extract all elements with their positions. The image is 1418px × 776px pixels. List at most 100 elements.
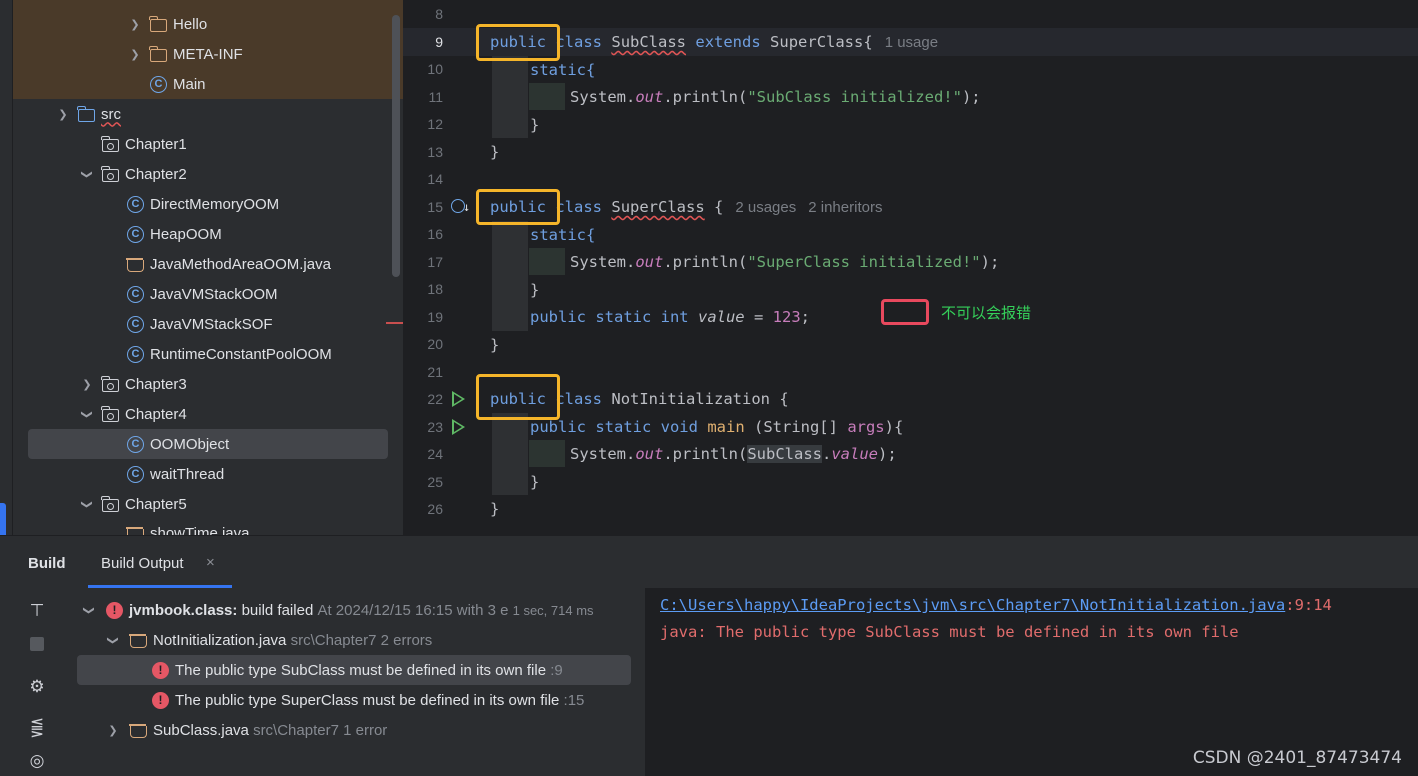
build-toolbar: ⊤ ⚙ ⪋ ◎ [13, 588, 63, 776]
tree-item-waitthread[interactable]: C waitThread [127, 461, 224, 487]
gear-icon[interactable]: ⚙ [27, 677, 47, 697]
tree-item-chapter5[interactable]: ❯ Chapter5 [80, 491, 187, 517]
highlight-box-public-notinitialization [476, 374, 560, 420]
chevron-right-icon[interactable]: ❯ [128, 18, 142, 31]
package-icon [101, 135, 119, 152]
tree-item-runtimeconstantpooloom[interactable]: C RuntimeConstantPoolOOM [127, 341, 332, 367]
code-line-23[interactable]: public static void main (String[] args){ [530, 418, 903, 436]
code-line-16[interactable]: static{ [530, 226, 595, 244]
class-icon: C [150, 75, 167, 93]
chevron-right-icon[interactable]: ❯ [80, 378, 94, 391]
chevron-down-icon[interactable]: ❯ [107, 633, 120, 647]
pin-icon[interactable]: ⪋ [27, 717, 47, 737]
error-message: java: The public type SubClass must be d… [660, 623, 1239, 641]
line-number: 12 [427, 116, 443, 132]
tab-build-output[interactable]: Build Output [101, 555, 184, 572]
chevron-right-icon[interactable]: ❯ [128, 48, 142, 61]
chevron-down-icon[interactable]: ❯ [81, 497, 94, 511]
indent-guide [492, 56, 528, 138]
inheritors-icon[interactable] [451, 199, 470, 214]
tree-item-directmemoryoom[interactable]: C DirectMemoryOOM [127, 191, 279, 217]
chevron-down-icon[interactable]: ❯ [56, 108, 70, 121]
build-root-row[interactable]: ❯ ! jvmbook.class: build failed At 2024/… [82, 596, 594, 624]
code-line-11[interactable]: System.out.println("SubClass initialized… [570, 88, 981, 106]
package-icon [101, 405, 119, 422]
tree-item-javavmstacksof[interactable]: C JavaVMStackSOF [127, 311, 273, 337]
tree-item-main[interactable]: C Main [150, 71, 206, 97]
code-line-26[interactable]: } [490, 500, 499, 518]
highlight-box-red [881, 299, 929, 325]
code-line-17[interactable]: System.out.println("SuperClass initializ… [570, 253, 999, 271]
line-number: 24 [427, 446, 443, 462]
inheritors-hint[interactable]: 2 inheritors [808, 199, 882, 216]
tree-item-javamethodareaoom[interactable]: JavaMethodAreaOOM.java [126, 251, 331, 277]
active-tab-underline [88, 585, 232, 588]
build-file-row[interactable]: ❯ NotInitialization.java src\Chapter7 2 … [106, 626, 433, 654]
code-editor[interactable]: 8 9 10 11 12 13 14 15 16 17 18 19 20 21 … [403, 0, 1418, 535]
tree-item-javavmstackoom[interactable]: C JavaVMStackOOM [127, 281, 278, 307]
code-line-20[interactable]: } [490, 336, 499, 354]
line-number: 19 [427, 309, 443, 325]
usage-hint[interactable]: 1 usage [885, 34, 938, 51]
indent-guide [529, 440, 565, 467]
code-line-12[interactable]: } [530, 116, 539, 134]
package-icon [101, 495, 119, 512]
folder-icon [149, 15, 167, 32]
runnable-class-icon: C [127, 285, 144, 303]
indent-guide [492, 413, 528, 495]
usages-hint[interactable]: 2 usages [735, 199, 796, 216]
hammer-icon[interactable]: ⊤ [27, 601, 47, 621]
indent-guide [492, 221, 528, 331]
runnable-class-icon: C [127, 465, 144, 483]
close-tab-icon[interactable]: × [206, 554, 215, 571]
tab-build[interactable]: Build [28, 555, 66, 572]
line-number: 20 [427, 336, 443, 352]
watermark: CSDN @2401_87473474 [1192, 748, 1402, 768]
runnable-class-icon: C [127, 195, 144, 213]
package-icon [101, 375, 119, 392]
tree-item-chapter1[interactable]: ❯ Chapter1 [80, 131, 187, 157]
line-number: 13 [427, 144, 443, 160]
tree-item-chapter2[interactable]: ❯ Chapter2 [80, 161, 187, 187]
folder-icon [149, 45, 167, 62]
error-icon: ! [152, 661, 169, 679]
code-line-13[interactable]: } [490, 143, 499, 161]
tree-item-heapoom[interactable]: C HeapOOM [127, 221, 222, 247]
code-line-10[interactable]: static{ [530, 61, 595, 79]
code-line-19[interactable]: public static int value = 123; [530, 308, 810, 326]
indent-guide [529, 248, 565, 275]
stop-icon[interactable] [30, 637, 44, 651]
error-icon: ! [106, 601, 123, 619]
tree-item-oomobject[interactable]: C OOMObject [28, 429, 388, 459]
tree-scrollbar[interactable] [392, 15, 400, 277]
chevron-down-icon[interactable]: ❯ [81, 167, 94, 181]
runnable-class-icon: C [127, 315, 144, 333]
tree-item-meta-inf[interactable]: ❯ META-INF [128, 41, 243, 67]
chevron-right-icon[interactable]: ❯ [106, 724, 120, 737]
tool-window-edge [0, 0, 13, 535]
error-file-link[interactable]: C:\Users\happy\IdeaProjects\jvm\src\Chap… [660, 596, 1332, 614]
build-file-row[interactable]: ❯ SubClass.java src\Chapter7 1 error [106, 716, 387, 744]
tree-item-chapter4[interactable]: ❯ Chapter4 [80, 401, 187, 427]
code-line-25[interactable]: } [530, 473, 539, 491]
run-icon[interactable] [452, 391, 465, 407]
line-number: 14 [427, 171, 443, 187]
code-line-18[interactable]: } [530, 281, 539, 299]
error-icon: ! [152, 691, 169, 709]
eye-icon[interactable]: ◎ [27, 751, 47, 771]
build-error-row[interactable]: ! The public type SuperClass must be def… [152, 686, 584, 714]
code-line-24[interactable]: System.out.println(SubClass.value); [570, 445, 897, 463]
build-tab-bar: Build Build Output × [0, 536, 1418, 588]
chevron-down-icon[interactable]: ❯ [81, 407, 94, 421]
build-error-row[interactable]: ! The public type SubClass must be defin… [77, 655, 631, 685]
line-number: 11 [428, 89, 443, 105]
run-icon[interactable] [452, 419, 465, 435]
line-number: 17 [427, 254, 443, 270]
tree-item-src[interactable]: ❯ src [56, 101, 121, 127]
tree-item-chapter3[interactable]: ❯ Chapter3 [80, 371, 187, 397]
line-number: 10 [427, 61, 443, 77]
tree-item-hello[interactable]: ❯ Hello [128, 11, 207, 37]
error-stripe-mark [386, 322, 403, 324]
tree-item-showtime[interactable]: showTime.java [126, 520, 249, 535]
chevron-down-icon[interactable]: ❯ [83, 603, 96, 617]
